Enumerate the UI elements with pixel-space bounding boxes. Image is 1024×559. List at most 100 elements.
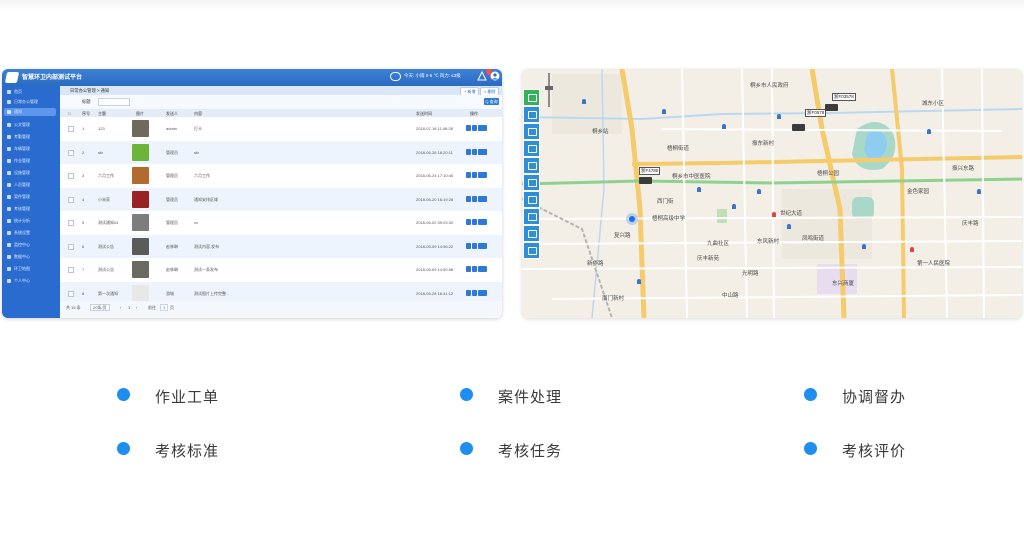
vehicle-marker[interactable] <box>792 124 805 131</box>
hospital-pin[interactable] <box>910 247 914 252</box>
edit-icon[interactable] <box>466 266 471 272</box>
other-icon[interactable] <box>523 242 540 259</box>
sidebar-item[interactable]: 监控中心 <box>4 241 56 249</box>
edit-icon[interactable] <box>466 172 471 178</box>
poi-pin[interactable] <box>662 109 666 114</box>
poi-pin[interactable] <box>927 129 931 134</box>
view-icon[interactable] <box>472 148 477 155</box>
goto-page-input[interactable]: 1 <box>160 304 169 311</box>
row-thumbnail[interactable] <box>132 237 149 255</box>
view-icon[interactable] <box>472 242 477 249</box>
table-row[interactable]: 1 123 admin 打卡 2018-07-18 11:06:28 <box>60 117 502 142</box>
row-thumbnail[interactable] <box>132 261 149 278</box>
view-icon[interactable] <box>472 195 477 202</box>
delete-button[interactable] <box>478 266 487 272</box>
edit-icon[interactable] <box>466 125 471 131</box>
prev-page-icon[interactable]: ‹ <box>120 305 121 310</box>
sidebar-item[interactable]: 个人中心 <box>4 277 56 285</box>
next-page-icon[interactable]: › <box>136 305 137 310</box>
sidebar-item[interactable]: 考勤管理 <box>4 133 56 141</box>
poi-pin[interactable] <box>757 189 761 194</box>
edit-icon[interactable] <box>466 219 471 225</box>
row-thumbnail[interactable] <box>132 120 149 137</box>
page-size-select[interactable]: 20条/页 <box>90 304 110 311</box>
sidebar-item-active[interactable]: 通知 <box>4 108 56 116</box>
delete-button[interactable] <box>478 219 487 225</box>
search-button[interactable]: Q 查询 <box>484 98 499 105</box>
poi-pin[interactable] <box>637 279 641 284</box>
poi-pin[interactable] <box>732 204 736 209</box>
sweeper-icon[interactable] <box>523 106 540 123</box>
vehicle-marker[interactable] <box>825 104 838 111</box>
map-screenshot[interactable]: 桐乡站 梧桐街道 振东新村 桐乡市中医医院 西门街 梧桐高级中学 复兴路 九曲社… <box>522 69 1022 318</box>
sidebar-item[interactable]: 考核管理 <box>4 205 56 213</box>
car-icon[interactable] <box>523 123 540 140</box>
poi-pin[interactable] <box>582 99 586 104</box>
sidebar-item[interactable]: 作业管理 <box>4 157 56 165</box>
row-checkbox[interactable] <box>68 243 74 250</box>
map-canvas[interactable] <box>522 69 1022 318</box>
zoom-handle[interactable] <box>545 86 553 90</box>
table-row[interactable]: 5 测试通知04 管理员 xx 2018-06-02 09:03:32 <box>60 211 502 236</box>
row-thumbnail[interactable] <box>132 190 149 208</box>
row-checkbox[interactable] <box>68 267 74 273</box>
poi-pin[interactable] <box>862 244 866 249</box>
view-icon[interactable] <box>472 125 477 131</box>
edit-icon[interactable] <box>466 148 471 155</box>
toilet-icon[interactable] <box>523 174 540 191</box>
poi-pin[interactable] <box>787 224 791 229</box>
table-row[interactable]: 7 测试公告 赵林琳 测试一条发布 2018-05-09 14:50:58 <box>60 258 502 283</box>
poi-pin[interactable] <box>722 124 726 129</box>
water-icon[interactable] <box>523 208 540 225</box>
row-checkbox[interactable] <box>68 173 74 179</box>
poi-pin[interactable] <box>777 114 781 119</box>
sidebar-item[interactable]: 日常办公管理 <box>4 98 56 106</box>
edit-icon[interactable] <box>466 195 471 202</box>
row-checkbox[interactable] <box>68 126 74 132</box>
delete-button[interactable] <box>478 125 487 131</box>
row-thumbnail[interactable] <box>132 214 149 231</box>
delete-button[interactable] <box>478 289 487 296</box>
table-row[interactable]: 4 小米家 管理员 通知安排区域 2018-06-20 16:19:28 <box>60 187 502 213</box>
zoom-slider[interactable] <box>544 73 554 107</box>
sidebar-item[interactable]: 系统设置 <box>4 229 56 237</box>
edit-icon[interactable] <box>466 289 471 296</box>
row-checkbox[interactable] <box>68 220 74 226</box>
sidebar-item[interactable]: 公文管理 <box>4 121 56 129</box>
sidebar-item[interactable]: 统计分析 <box>4 217 56 225</box>
delete-button[interactable] <box>478 148 487 155</box>
sidebar-item[interactable]: 首页 <box>4 88 56 96</box>
current-location-marker[interactable] <box>626 213 638 225</box>
sidebar-item[interactable]: 车辆管理 <box>4 145 56 153</box>
user-avatar-icon[interactable] <box>490 71 500 81</box>
delete-button[interactable] <box>478 195 487 202</box>
table-row[interactable]: 2 sfc 管理员 sfc 2018-06-28 18:20:11 <box>60 140 502 166</box>
truck-icon[interactable] <box>523 89 540 106</box>
building-icon[interactable] <box>523 191 540 208</box>
row-checkbox[interactable] <box>68 149 74 156</box>
bin-icon[interactable] <box>523 140 540 157</box>
sidebar-item[interactable]: 案件管理 <box>4 193 56 201</box>
vehicle-marker[interactable] <box>639 177 652 184</box>
view-icon[interactable] <box>472 219 477 225</box>
view-icon[interactable] <box>472 172 477 178</box>
row-checkbox[interactable] <box>68 290 74 297</box>
delete-button[interactable] <box>478 172 487 178</box>
delete-button[interactable] <box>478 242 487 249</box>
sidebar-item[interactable]: 环卫地图 <box>4 265 56 273</box>
person-icon[interactable] <box>523 225 540 242</box>
view-icon[interactable] <box>472 266 477 272</box>
current-page[interactable]: 1 <box>128 305 130 310</box>
sidebar-item[interactable]: 数据中心 <box>4 253 56 261</box>
poi-pin[interactable] <box>697 187 701 192</box>
view-icon[interactable] <box>472 289 477 296</box>
row-thumbnail[interactable] <box>132 167 149 184</box>
row-thumbnail[interactable] <box>132 143 149 161</box>
row-thumbnail[interactable] <box>132 284 149 302</box>
edit-icon[interactable] <box>466 242 471 249</box>
row-checkbox[interactable] <box>68 196 74 203</box>
table-row[interactable]: 6 测试公告 赵林琳 测试内容,发布 2018-05-09 14:56:22 <box>60 234 502 260</box>
table-row[interactable]: 3 六月工作 管理员 六月工作 2018-06-24 17:10:45 <box>60 164 502 189</box>
hospital-pin[interactable] <box>772 212 776 217</box>
search-input[interactable] <box>98 98 130 106</box>
